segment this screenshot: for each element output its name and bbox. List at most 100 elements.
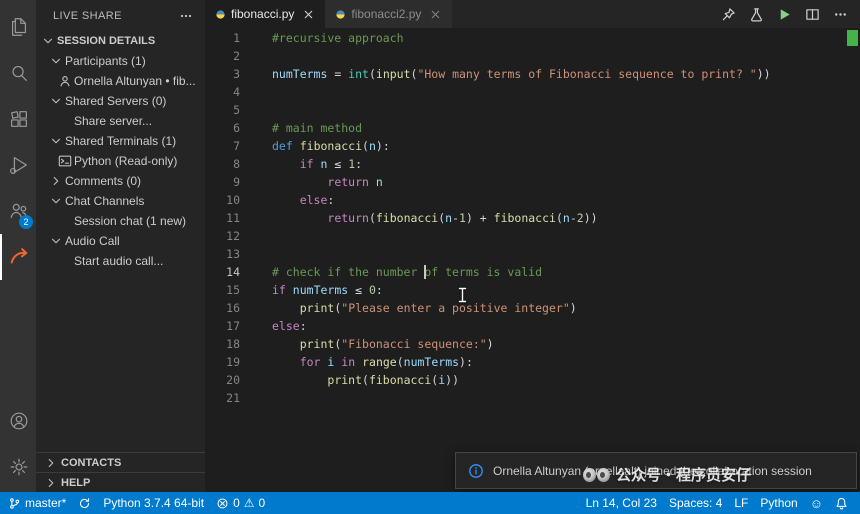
activity-extensions-button[interactable] <box>0 96 36 142</box>
status-text: Spaces: 4 <box>669 496 722 510</box>
tree-item-ornella-altunyan-fib[interactable]: Ornella Altunyan • fib... <box>36 71 205 91</box>
code-line[interactable]: 5 <box>205 101 860 119</box>
line-number: 15 <box>205 281 240 299</box>
panel-help[interactable]: HELP <box>36 472 205 492</box>
tree-item-label: Participants (1) <box>65 54 146 68</box>
tree-item-session-chat-1-new[interactable]: Session chat (1 new) <box>36 211 205 231</box>
code-lines: 1#recursive approach23numTerms = int(inp… <box>205 29 860 407</box>
status-python-3-7-4-64-bit[interactable]: Python 3.7.4 64-bit <box>97 492 210 514</box>
chevron-down-icon <box>41 34 55 48</box>
more-actions-button[interactable] <box>833 7 848 22</box>
workbench: 2 LIVE SHARE SESSION DETAILSParticipants… <box>0 0 860 492</box>
pin-button[interactable] <box>721 7 736 22</box>
status-left: master* Python 3.7.4 64-bit0⚠0 <box>2 492 271 514</box>
tab-label: fibonacci.py <box>231 7 294 21</box>
code-line[interactable]: 4 <box>205 83 860 101</box>
line-number: 14 <box>205 263 240 281</box>
tabs: fibonacci.py fibonacci2.py <box>205 0 453 28</box>
tree-item-participants-1[interactable]: Participants (1) <box>36 51 205 71</box>
close-tab-icon[interactable] <box>429 8 442 21</box>
code-line[interactable]: 12 <box>205 227 860 245</box>
status-branch[interactable]: master* <box>2 492 72 514</box>
code-line[interactable]: 15if numTerms ≤ 0: <box>205 281 860 299</box>
smiley-icon: ☺ <box>810 497 823 510</box>
activity-run-debug-button[interactable] <box>0 142 36 188</box>
tree-item-shared-terminals-1[interactable]: Shared Terminals (1) <box>36 131 205 151</box>
info-icon <box>468 463 484 479</box>
activity-settings-button[interactable] <box>0 444 36 490</box>
branch-icon <box>8 497 21 510</box>
code-line[interactable]: 10 else: <box>205 191 860 209</box>
code-text: return(fibonacci(n-1) + fibonacci(n-2)) <box>272 209 598 227</box>
line-number: 7 <box>205 137 240 155</box>
code-line[interactable]: 16 print("Please enter a positive intege… <box>205 299 860 317</box>
tab-label: fibonacci2.py <box>351 7 421 21</box>
close-tab-icon[interactable] <box>302 8 315 21</box>
run-debug-icon <box>8 154 30 176</box>
panel-contacts[interactable]: CONTACTS <box>36 452 205 472</box>
tree-item-start-audio-call[interactable]: Start audio call... <box>36 251 205 271</box>
code-line[interactable]: 7def fibonacci(n): <box>205 137 860 155</box>
code-line[interactable]: 21 <box>205 389 860 407</box>
code-line[interactable]: 1#recursive approach <box>205 29 860 47</box>
code-line[interactable]: 13 <box>205 245 860 263</box>
split-editor-button[interactable] <box>805 7 820 22</box>
tree-item-label: SESSION DETAILS <box>57 35 155 47</box>
run-python-file-button[interactable] <box>777 7 792 22</box>
code-line[interactable]: 6# main method <box>205 119 860 137</box>
status-python[interactable]: Python <box>754 492 803 514</box>
code-text: # check if the number of terms is valid <box>272 263 542 281</box>
tree-item-share-server[interactable]: Share server... <box>36 111 205 131</box>
status-text: Ln 14, Col 23 <box>586 496 657 510</box>
pin-icon <box>721 7 736 22</box>
tree-item-audio-call[interactable]: Audio Call <box>36 231 205 251</box>
beaker-button[interactable] <box>749 7 764 22</box>
tree-item-label: Chat Channels <box>65 194 144 208</box>
activity-live-share-button[interactable] <box>0 234 36 280</box>
tree-item-label: Share server... <box>74 114 152 128</box>
activity-account-button[interactable] <box>0 398 36 444</box>
code-line[interactable]: 19 for i in range(numTerms): <box>205 353 860 371</box>
line-number: 1 <box>205 29 240 47</box>
code-text: if n ≤ 1: <box>272 155 362 173</box>
activity-search-button[interactable] <box>0 50 36 96</box>
chevron-down-icon <box>49 194 63 208</box>
tree-item-comments-0[interactable]: Comments (0) <box>36 171 205 191</box>
notification-badge: 2 <box>19 215 33 229</box>
more-actions-icon[interactable] <box>179 9 193 23</box>
status-smiley[interactable]: ☺ <box>804 492 829 514</box>
tree-item-python-read-only[interactable]: Python (Read-only) <box>36 151 205 171</box>
status-sync[interactable] <box>72 492 97 514</box>
status-bell[interactable] <box>829 492 854 514</box>
python-file-icon <box>335 9 346 20</box>
tree-item-chat-channels[interactable]: Chat Channels <box>36 191 205 211</box>
activity-explorer-button[interactable] <box>0 4 36 50</box>
status-error[interactable]: 0⚠0 <box>210 492 271 514</box>
code-line[interactable]: 9 return n <box>205 173 860 191</box>
code-line[interactable]: 8 if n ≤ 1: <box>205 155 860 173</box>
status-ln-14-col-23[interactable]: Ln 14, Col 23 <box>580 492 663 514</box>
tab-fibonacci2-py[interactable]: fibonacci2.py <box>325 0 453 28</box>
code-line[interactable]: 18 print("Fibonacci sequence:") <box>205 335 860 353</box>
code-line[interactable]: 20 print(fibonacci(i)) <box>205 371 860 389</box>
line-number: 19 <box>205 353 240 371</box>
tab-fibonacci-py[interactable]: fibonacci.py <box>205 0 325 28</box>
status-right: Ln 14, Col 23 Spaces: 4 LFPython ☺ <box>580 492 854 514</box>
warning-icon: ⚠ <box>244 497 255 509</box>
watermark: 公众号・程序员安仔 <box>583 464 751 485</box>
code-line[interactable]: 14 # check if the number of terms is vali… <box>205 263 860 281</box>
code-editor[interactable]: 1#recursive approach23numTerms = int(inp… <box>205 28 860 492</box>
code-line[interactable]: 3numTerms = int(input("How many terms of… <box>205 65 860 83</box>
code-line[interactable]: 2 <box>205 47 860 65</box>
text-caret <box>424 265 426 279</box>
activity-collaboration-button[interactable]: 2 <box>0 188 36 234</box>
tree-item-session-details[interactable]: SESSION DETAILS <box>36 31 205 51</box>
line-number: 5 <box>205 101 240 119</box>
status-lf[interactable]: LF <box>728 492 754 514</box>
tree-item-shared-servers-0[interactable]: Shared Servers (0) <box>36 91 205 111</box>
editor-group: fibonacci.py fibonacci2.py 1#recursive ap… <box>205 0 860 492</box>
code-line[interactable]: 17else: <box>205 317 860 335</box>
panel-label: HELP <box>61 477 90 489</box>
status-spaces-4[interactable]: Spaces: 4 <box>663 492 728 514</box>
code-line[interactable]: 11 return(fibonacci(n-1) + fibonacci(n-2… <box>205 209 860 227</box>
